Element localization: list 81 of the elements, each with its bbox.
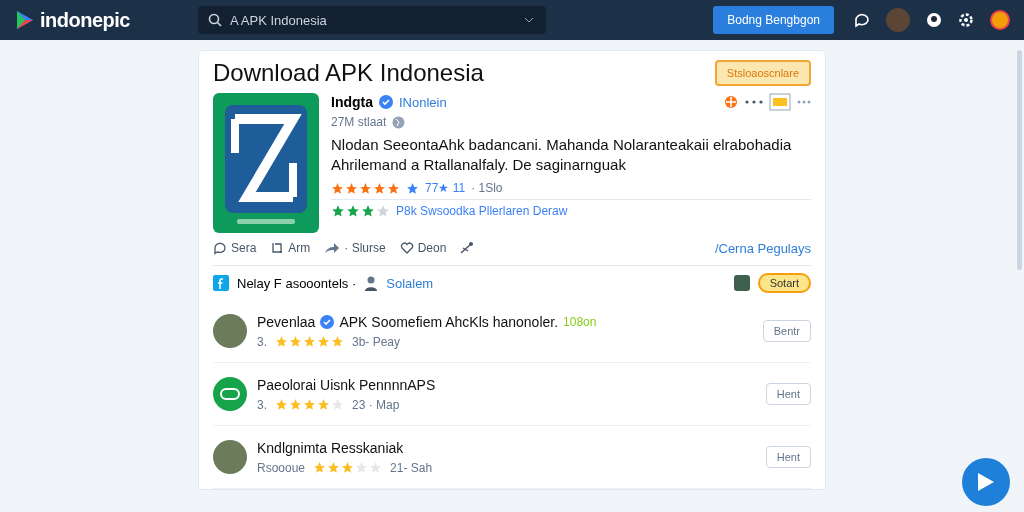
play-button[interactable] xyxy=(962,458,1010,506)
star-icon xyxy=(313,461,327,474)
photo-placeholder xyxy=(733,275,750,291)
row-tag: 108on xyxy=(563,314,597,329)
settings-icon[interactable] xyxy=(958,12,974,28)
publisher-link[interactable]: INonlein xyxy=(399,94,447,110)
section-user[interactable]: Solalem xyxy=(386,275,434,291)
star-icon xyxy=(275,335,288,348)
star-icon xyxy=(359,181,372,195)
chat-icon[interactable] xyxy=(854,12,870,28)
star-icon xyxy=(331,204,345,218)
row-button[interactable]: Bentr xyxy=(762,320,811,342)
app-meta: 27M stlaat xyxy=(331,115,387,129)
star-icon xyxy=(289,398,302,411)
rating-extra: · 1Slo xyxy=(471,181,503,195)
search-field[interactable]: A APK Indonesia xyxy=(198,6,546,34)
forward-button[interactable]: · Slurse xyxy=(324,241,386,255)
comment-icon xyxy=(213,241,227,255)
row-title[interactable]: Paeolorai Uisnk PennnnAPS xyxy=(257,376,436,393)
star-icon xyxy=(376,204,390,218)
share-icon xyxy=(460,241,475,255)
star-icon xyxy=(387,181,400,195)
app-description: Nlodan SeeontaAhk badancani. Mahanda Nolaranteakaii elrabohadia Ahrilemand a Rtallanalfaly. De saginarnguak xyxy=(331,135,793,175)
star-icon xyxy=(327,461,341,474)
notification-icon[interactable] xyxy=(990,10,1010,30)
star-icon xyxy=(373,181,386,195)
like-button[interactable]: Deon xyxy=(399,241,447,255)
star-icon xyxy=(331,181,344,195)
row-info: 3b- Peay xyxy=(352,334,401,349)
app-logo-icon xyxy=(213,377,247,411)
row-prefix: 3. xyxy=(257,334,267,349)
row-title[interactable]: Pevenlaa xyxy=(257,313,316,330)
avatar xyxy=(213,440,247,474)
start-button[interactable]: Sotart xyxy=(757,273,811,293)
heart-icon xyxy=(399,241,414,255)
share-button[interactable] xyxy=(460,241,475,255)
star-icon xyxy=(317,335,330,348)
actions-link[interactable]: /Cerna Pegulays xyxy=(714,240,811,256)
chevron-icon xyxy=(524,17,534,23)
star-icon xyxy=(303,335,316,348)
section-label: Nelay F asooontels · xyxy=(237,275,357,291)
row-subtitle: APK Soomefiem AhcKls hanonoler. xyxy=(339,313,559,330)
rating-count: 77★ 11 xyxy=(425,181,466,195)
review-text: P8k Swsoodka Pllerlaren Deraw xyxy=(396,204,568,218)
row-info: 23 · Map xyxy=(352,397,400,412)
star-icon xyxy=(361,204,375,218)
avatar xyxy=(213,314,247,348)
app-icon xyxy=(213,93,319,233)
star-icon xyxy=(289,335,302,348)
repost-icon xyxy=(270,241,285,255)
row-info: 21- Sah xyxy=(390,460,433,475)
star-icon xyxy=(345,181,358,195)
star-icon xyxy=(341,461,355,474)
row-prefix: Rsoooue xyxy=(257,460,306,475)
row-button[interactable]: Hent xyxy=(765,446,811,468)
star-icon xyxy=(317,398,330,411)
forward-icon xyxy=(324,241,341,255)
app-name: Indgta xyxy=(331,94,373,110)
more-icon[interactable] xyxy=(745,100,763,104)
logo-text[interactable]: indonepic xyxy=(40,8,130,32)
person-icon xyxy=(364,275,379,291)
scrollbar[interactable] xyxy=(1017,50,1022,270)
row-title[interactable]: Kndlgnimta Resskaniak xyxy=(257,439,404,456)
row-button[interactable]: Hent xyxy=(765,383,811,405)
star-icon xyxy=(369,461,383,474)
star-icon xyxy=(346,204,360,218)
page-title: Download APK Indonesia xyxy=(213,59,484,87)
star-icon xyxy=(406,181,419,195)
star-icon xyxy=(275,398,288,411)
comment-button[interactable]: Sera xyxy=(213,241,257,255)
star-icon xyxy=(331,398,344,411)
star-icon xyxy=(331,335,344,348)
header-button[interactable]: Bodng Bengbgon xyxy=(713,6,834,34)
facebook-icon xyxy=(213,275,229,291)
star-icon xyxy=(303,398,316,411)
user-icon[interactable] xyxy=(926,12,942,28)
badge-icon[interactable] xyxy=(723,94,739,110)
star-icon xyxy=(355,461,369,474)
row-prefix: 3. xyxy=(257,397,267,412)
play-icon xyxy=(976,472,995,492)
repost-button[interactable]: Arm xyxy=(270,241,311,255)
